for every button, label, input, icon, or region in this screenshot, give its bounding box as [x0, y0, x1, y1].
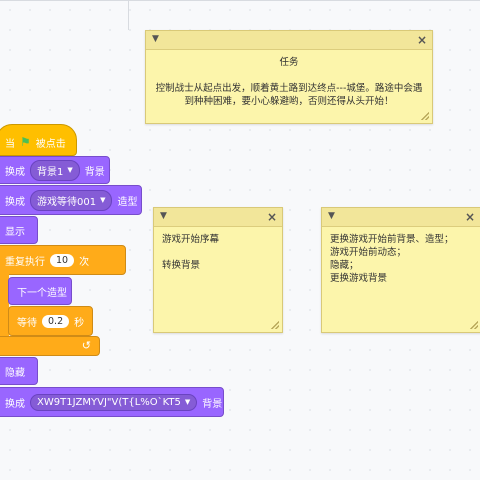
- dropdown-value: 背景1: [37, 166, 64, 178]
- block-label: 换成: [5, 398, 25, 410]
- note-header[interactable]: ▼ ×: [146, 31, 432, 50]
- green-flag-icon: ⚑: [20, 135, 31, 149]
- repeat-block-bottom[interactable]: ↺: [0, 336, 100, 356]
- chevron-down-icon: ▼: [100, 196, 106, 204]
- hat-when-label: 当: [5, 138, 15, 150]
- wait-block[interactable]: 等待 0.2 秒: [8, 306, 93, 336]
- top-divider: [0, 0, 480, 1]
- block-label: 显示: [5, 226, 25, 238]
- block-label: 换成: [5, 196, 25, 208]
- show-block[interactable]: 显示: [0, 216, 38, 244]
- note-header[interactable]: ▼ ×: [154, 208, 282, 227]
- block-suffix: 背景: [84, 166, 105, 178]
- block-suffix: 秒: [74, 317, 85, 329]
- chevron-down-icon: ▼: [67, 166, 73, 174]
- resize-handle-icon[interactable]: [271, 321, 279, 329]
- block-suffix: 背景: [202, 398, 223, 410]
- next-costume-block[interactable]: 下一个造型: [8, 277, 72, 305]
- close-icon[interactable]: ×: [465, 209, 475, 225]
- dropdown-value: 游戏等待001: [37, 196, 97, 208]
- when-flag-clicked-block[interactable]: 当 ⚑ 被点击: [0, 124, 77, 156]
- chevron-down-icon[interactable]: ▼: [328, 211, 335, 221]
- block-label: 隐藏: [5, 367, 25, 379]
- note-text[interactable]: 游戏开始序幕 转换背景: [154, 227, 282, 278]
- sticky-note-start[interactable]: ▼ × 游戏开始序幕 转换背景: [153, 207, 283, 333]
- resize-handle-icon[interactable]: [421, 112, 429, 120]
- block-suffix: 造型: [117, 196, 138, 208]
- palette-edge: [128, 0, 129, 30]
- dropdown-value: XW9T1JZMYVJ"V(T{L%O`KT5: [37, 396, 181, 408]
- costume-dropdown[interactable]: 游戏等待001 ▼: [30, 189, 113, 211]
- switch-backdrop-block-2[interactable]: 换成 XW9T1JZMYVJ"V(T{L%O`KT5 ▼ 背景: [0, 387, 224, 417]
- switch-backdrop-block[interactable]: 换成 背景1 ▼ 背景: [0, 156, 110, 184]
- chevron-down-icon[interactable]: ▼: [152, 34, 159, 44]
- hide-block[interactable]: 隐藏: [0, 357, 38, 385]
- repeat-block[interactable]: 重复执行 10 次: [0, 245, 126, 275]
- chevron-down-icon: ▼: [184, 398, 191, 406]
- note-header[interactable]: ▼ ×: [322, 208, 480, 227]
- switch-costume-block[interactable]: 换成 游戏等待001 ▼ 造型: [0, 185, 142, 215]
- note-text[interactable]: 更换游戏开始前背景、造型； 游戏开始前动态； 隐藏； 更换游戏背景: [322, 227, 480, 291]
- block-label: 重复执行: [5, 256, 45, 268]
- wait-seconds-input[interactable]: 0.2: [42, 314, 70, 328]
- chevron-down-icon[interactable]: ▼: [160, 211, 167, 221]
- backdrop-dropdown[interactable]: XW9T1JZMYVJ"V(T{L%O`KT5 ▼: [30, 393, 198, 411]
- block-label: 下一个造型: [17, 287, 67, 299]
- backdrop-dropdown[interactable]: 背景1 ▼: [30, 159, 80, 181]
- sticky-note-change[interactable]: ▼ × 更换游戏开始前背景、造型； 游戏开始前动态； 隐藏； 更换游戏背景: [321, 207, 480, 333]
- close-icon[interactable]: ×: [267, 209, 277, 225]
- note-text[interactable]: 任务 控制战士从起点出发，顺着黄土路到达终点---城堡。路途中会遇到种种困难，要…: [146, 50, 432, 114]
- loop-arrow-icon: ↺: [81, 339, 91, 352]
- block-label: 等待: [17, 317, 37, 329]
- close-icon[interactable]: ×: [417, 32, 427, 48]
- block-suffix: 次: [79, 256, 90, 268]
- resize-handle-icon[interactable]: [470, 321, 478, 329]
- hat-clicked-label: 被点击: [35, 138, 66, 150]
- repeat-count-input[interactable]: 10: [50, 253, 75, 267]
- block-label: 换成: [5, 166, 25, 178]
- sticky-note-task[interactable]: ▼ × 任务 控制战士从起点出发，顺着黄土路到达终点---城堡。路途中会遇到种种…: [145, 30, 433, 124]
